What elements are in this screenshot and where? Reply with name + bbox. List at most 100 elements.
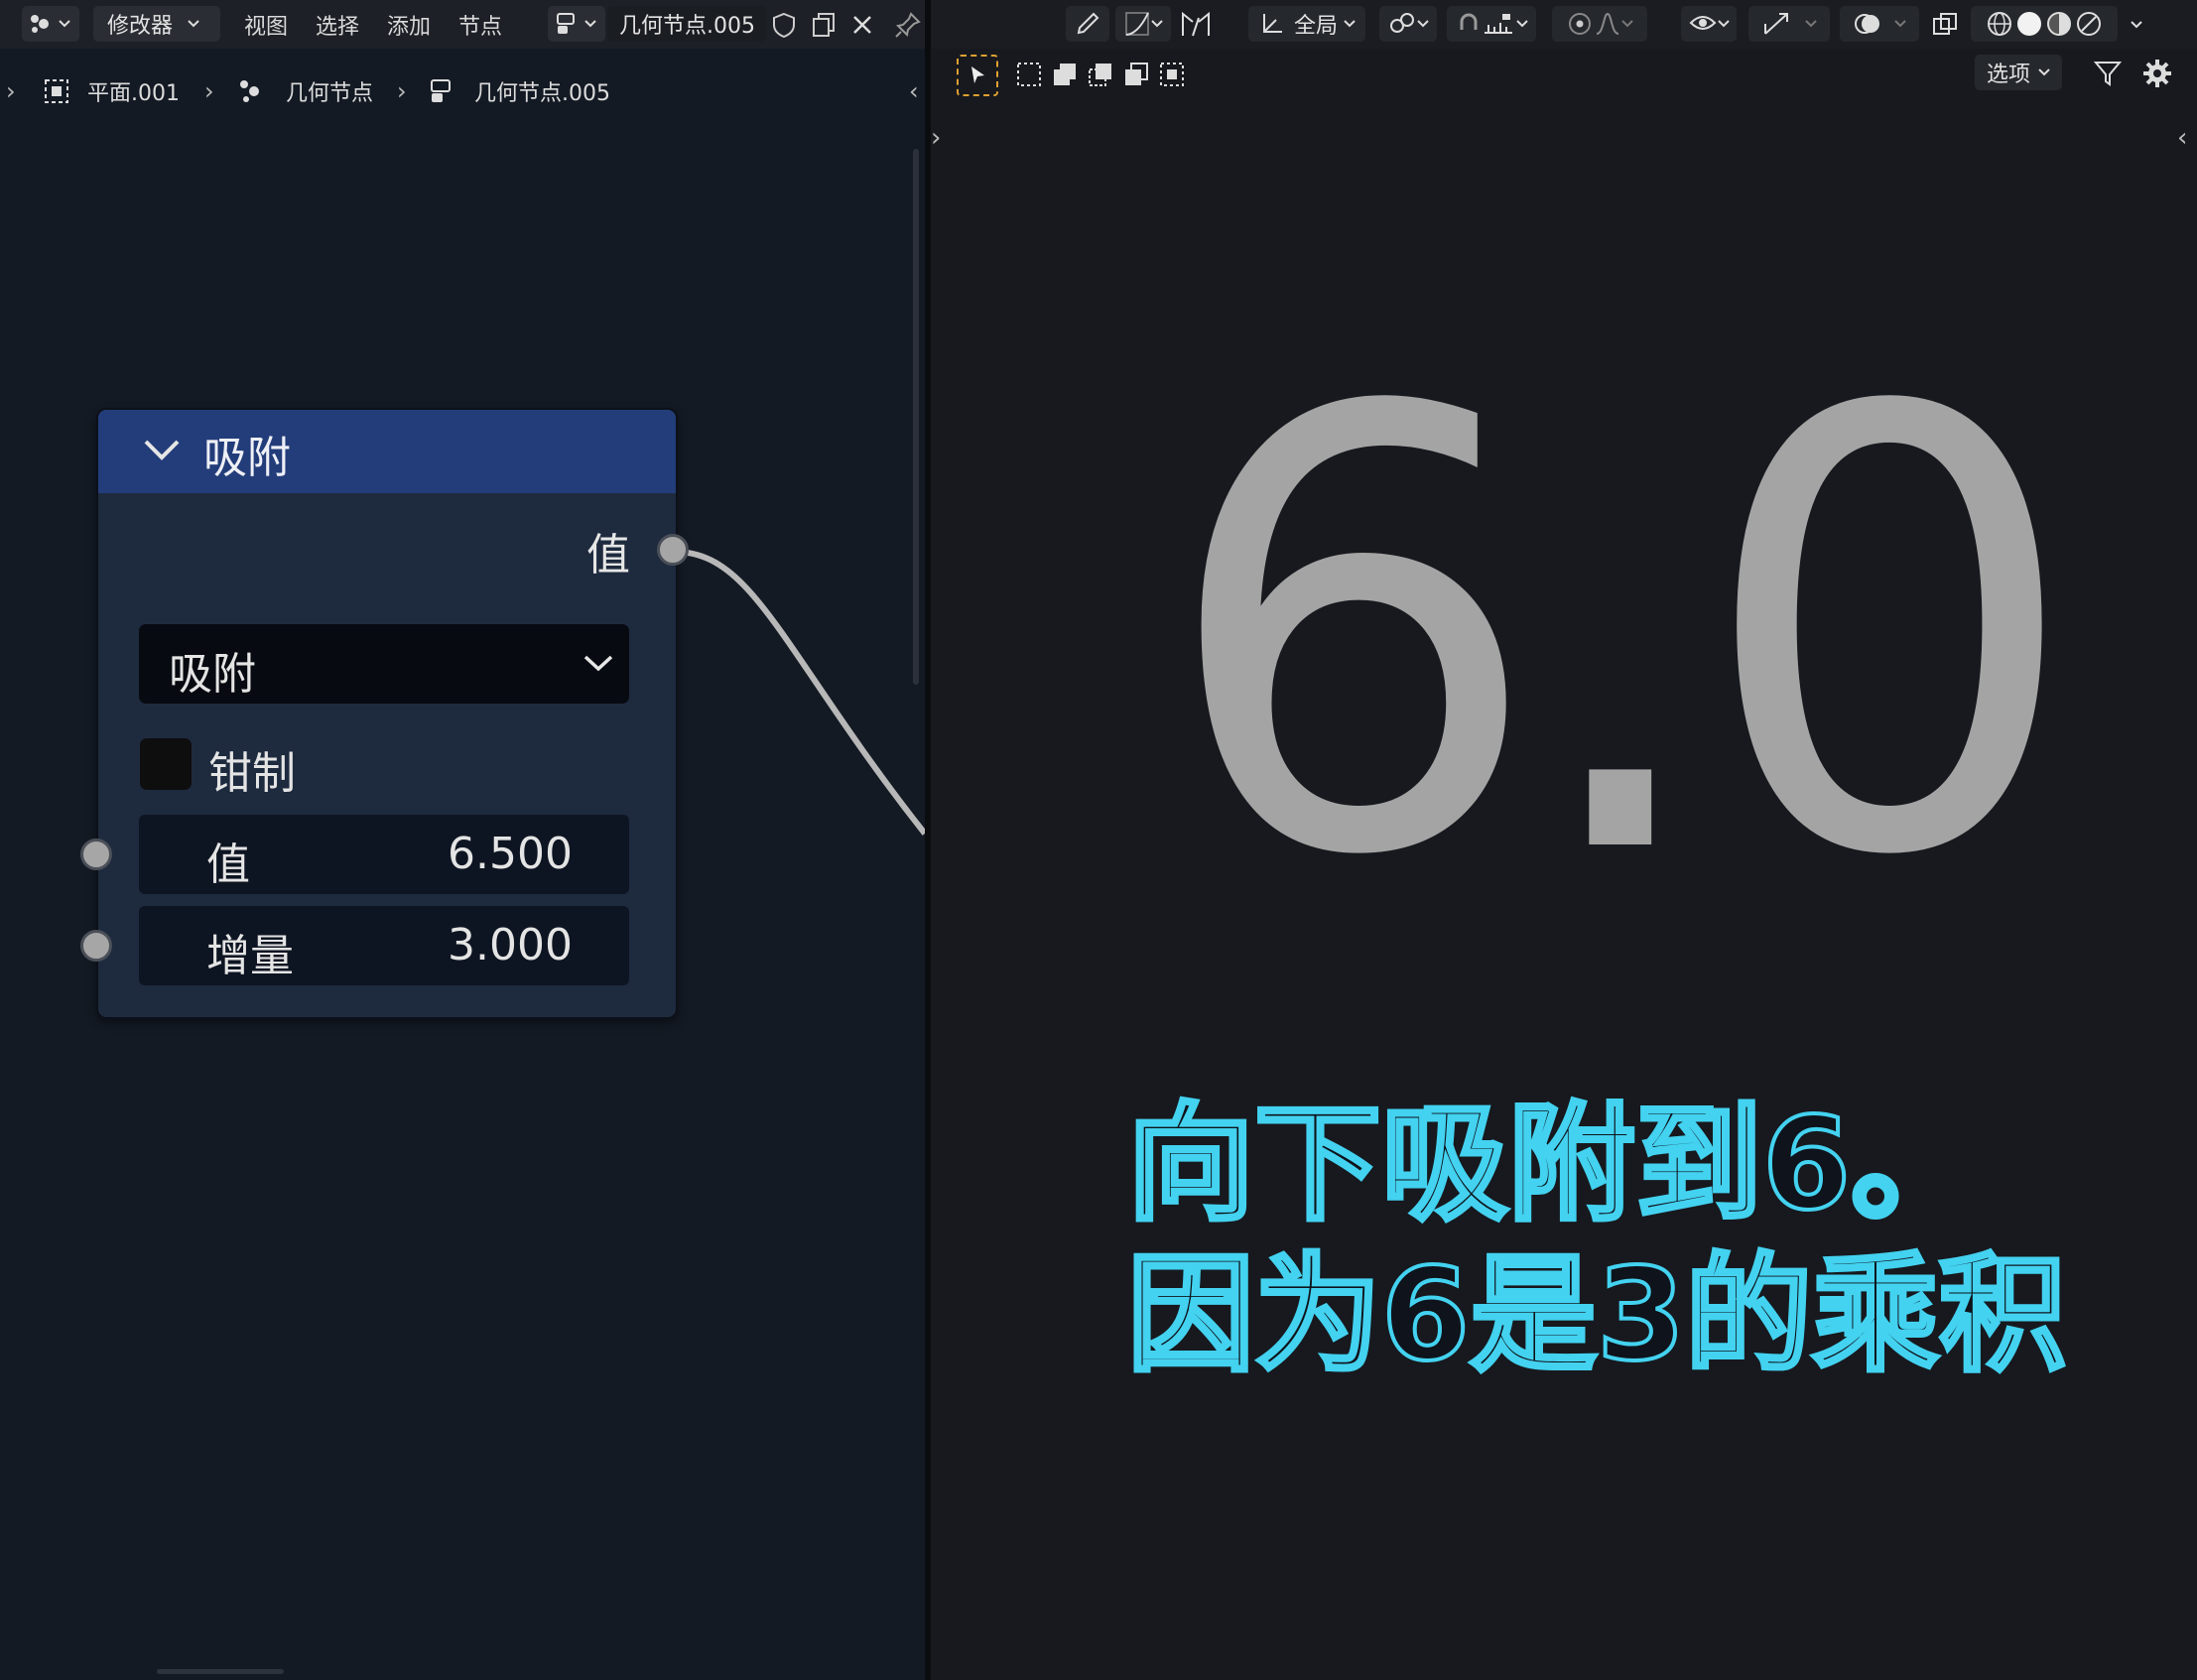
node-title: 吸附 bbox=[203, 433, 291, 483]
value-input-socket[interactable] bbox=[80, 839, 112, 870]
editor-type-button[interactable] bbox=[22, 6, 79, 42]
sidebar-toggle-icon[interactable]: ‹ bbox=[909, 69, 919, 113]
value-input-label: 值 bbox=[206, 840, 250, 890]
proportional-edit-icon bbox=[1569, 13, 1591, 35]
chevron-down-icon bbox=[584, 20, 596, 28]
snapping-group[interactable] bbox=[1447, 6, 1536, 42]
breadcrumb-object[interactable]: 平面.001 bbox=[42, 69, 180, 113]
eyedropper-icon bbox=[1077, 12, 1099, 35]
mirror-x-icon[interactable] bbox=[1179, 8, 1213, 42]
modifier-mode-dropdown[interactable]: 修改器 bbox=[93, 6, 220, 42]
snap-node[interactable]: 吸附 值 吸附 钳制 值 6.500 增量 3.000 bbox=[96, 408, 678, 1019]
wireframe-shading-icon bbox=[1988, 12, 2011, 36]
clamp-label: 钳制 bbox=[208, 748, 296, 799]
node-group-browse-button[interactable] bbox=[548, 6, 605, 42]
chevron-down-icon bbox=[1805, 20, 1817, 28]
pivot-point-dropdown[interactable] bbox=[1379, 6, 1437, 42]
breadcrumb-node-group[interactable]: 几何节点.005 bbox=[427, 69, 610, 113]
falloff-dropdown[interactable] bbox=[1115, 6, 1171, 42]
fake-user-shield-icon[interactable] bbox=[769, 10, 799, 40]
menu-add[interactable]: 添加 bbox=[387, 9, 431, 41]
caption-line-2: 因为6是3的乘积 bbox=[1125, 1241, 2068, 1389]
operation-dropdown-label: 吸附 bbox=[169, 649, 256, 700]
increment-input-value: 3.000 bbox=[448, 920, 573, 970]
chevron-down-icon bbox=[1151, 20, 1163, 28]
caption-line-1: 向下吸附到6。 bbox=[1125, 1091, 1980, 1238]
orientation-axes-icon bbox=[1262, 14, 1282, 33]
geometry-nodes-icon bbox=[240, 80, 259, 102]
vertical-scrollbar[interactable] bbox=[913, 149, 919, 685]
node-group-name: 几何节点.005 bbox=[619, 14, 755, 39]
increment-input-label: 增量 bbox=[206, 931, 294, 981]
gizmo-toggle[interactable] bbox=[1748, 6, 1830, 42]
clamp-checkbox[interactable] bbox=[140, 738, 192, 790]
breadcrumb-object-label: 平面.001 bbox=[87, 81, 180, 106]
filter-icon[interactable] bbox=[2092, 58, 2124, 89]
viewport-tool-row: 选项 bbox=[931, 49, 2197, 100]
chevron-down-icon[interactable] bbox=[2130, 20, 2143, 30]
options-dropdown[interactable]: 选项 bbox=[1975, 55, 2062, 90]
solid-shading-icon bbox=[2017, 12, 2041, 36]
box-select-invert-icon[interactable] bbox=[1121, 60, 1151, 89]
box-select-intersect-icon[interactable] bbox=[1157, 60, 1187, 89]
node-group-name-field[interactable]: 几何节点.005 bbox=[607, 6, 766, 42]
eyedropper-button[interactable] bbox=[1066, 6, 1109, 42]
overlays-toggle[interactable] bbox=[1840, 6, 1919, 42]
xray-toggle-icon[interactable] bbox=[1930, 10, 1960, 40]
mesh-object-icon bbox=[45, 79, 68, 103]
gear-icon[interactable] bbox=[2141, 58, 2173, 89]
box-select-new-icon[interactable] bbox=[1014, 60, 1044, 89]
chevron-down-icon bbox=[59, 20, 70, 28]
gizmo-icon bbox=[1764, 13, 1788, 35]
output-socket[interactable] bbox=[657, 534, 689, 566]
chevron-down-icon bbox=[188, 20, 199, 28]
breadcrumb-modifier[interactable]: 几何节点 bbox=[236, 69, 373, 113]
box-select-extend-icon[interactable] bbox=[1050, 60, 1080, 89]
increment-snap-icon bbox=[1485, 14, 1512, 34]
collapse-chevron-icon[interactable] bbox=[142, 438, 182, 463]
chevron-down-icon bbox=[1344, 20, 1356, 28]
breadcrumb-node-group-label: 几何节点.005 bbox=[474, 81, 610, 106]
modifier-mode-label: 修改器 bbox=[107, 14, 174, 39]
menu-select[interactable]: 选择 bbox=[316, 9, 359, 41]
breadcrumb-expand-icon[interactable]: › bbox=[6, 69, 16, 113]
node-editor-icon bbox=[31, 15, 49, 33]
node-tree-icon bbox=[431, 79, 451, 102]
operation-dropdown[interactable]: 吸附 bbox=[139, 624, 629, 704]
close-icon[interactable] bbox=[849, 12, 875, 38]
chevron-down-icon bbox=[1894, 20, 1906, 28]
cursor-arrow-icon bbox=[971, 66, 984, 83]
material-shading-icon bbox=[2047, 12, 2071, 36]
menu-view[interactable]: 视图 bbox=[244, 9, 288, 41]
chevron-down-icon bbox=[1621, 20, 1633, 28]
magnet-icon bbox=[1460, 13, 1478, 30]
sidebar-expand-icon[interactable]: ‹ bbox=[2177, 123, 2187, 153]
rendered-shading-icon bbox=[2077, 12, 2101, 36]
overlays-icon bbox=[1855, 14, 1879, 34]
duplicate-icon[interactable] bbox=[809, 10, 839, 40]
shading-mode-group[interactable] bbox=[1971, 6, 2118, 42]
horizontal-scrollbar[interactable] bbox=[157, 1669, 284, 1674]
toolbar-expand-icon[interactable]: › bbox=[931, 123, 941, 153]
curve-falloff-icon bbox=[1125, 12, 1149, 36]
select-tool-button[interactable] bbox=[957, 55, 998, 96]
eye-icon bbox=[1689, 16, 1717, 30]
transform-orientation-dropdown[interactable]: 全局 bbox=[1248, 6, 1365, 42]
menu-node[interactable]: 节点 bbox=[458, 9, 502, 41]
chevron-down-icon bbox=[2038, 68, 2050, 76]
visibility-dropdown[interactable] bbox=[1681, 6, 1737, 42]
result-value-text: 6.0 bbox=[1159, 283, 2082, 987]
node-editor-header: 修改器 视图 选择 添加 节点 几何节点.005 bbox=[0, 0, 925, 49]
proportional-edit-group[interactable] bbox=[1552, 6, 1647, 42]
increment-input-field[interactable]: 增量 3.000 bbox=[139, 906, 629, 985]
3d-viewport[interactable]: 全局 选项 › ‹ 6.0 向下吸附到6。 因为6是3的乘积 bbox=[931, 0, 2197, 1680]
node-header[interactable]: 吸附 bbox=[98, 410, 676, 493]
box-select-subtract-icon[interactable] bbox=[1086, 60, 1115, 89]
node-editor-area: 修改器 视图 选择 添加 节点 几何节点.005 › 平面.001 › 几何节点… bbox=[0, 0, 925, 1680]
options-label: 选项 bbox=[1986, 63, 2030, 87]
increment-input-socket[interactable] bbox=[80, 930, 112, 962]
chevron-down-icon bbox=[1516, 20, 1528, 28]
value-input-field[interactable]: 值 6.500 bbox=[139, 815, 629, 894]
chevron-down-icon bbox=[583, 655, 613, 672]
pin-icon[interactable] bbox=[893, 10, 923, 40]
